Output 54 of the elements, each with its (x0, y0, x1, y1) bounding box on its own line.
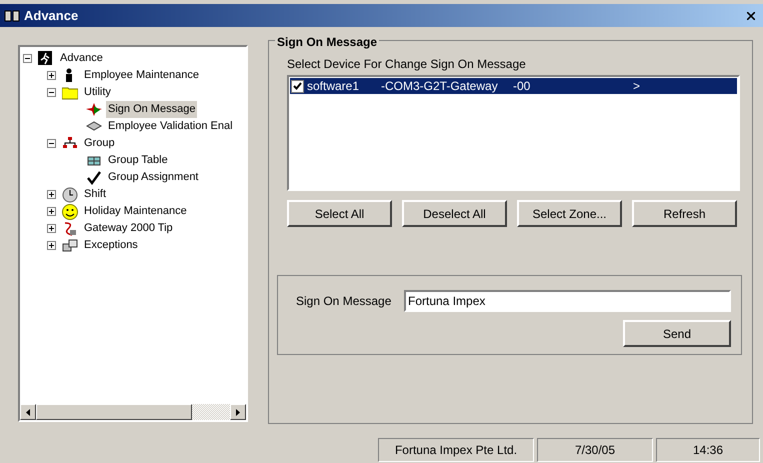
smiley-icon (62, 204, 78, 220)
device-port: -COM3-G2T-Gateway (381, 78, 499, 95)
left-arrow-icon (26, 408, 30, 416)
right-arrow-icon (236, 408, 240, 416)
collapse-toggle[interactable] (23, 54, 32, 63)
tree-item[interactable]: Employee Validation Enal (106, 118, 235, 135)
close-icon (747, 12, 755, 20)
tree-item[interactable]: Gateway 2000 Tip (82, 220, 175, 237)
list-label: Select Device For Change Sign On Message (287, 56, 527, 73)
book-icon (4, 8, 20, 22)
tree-item[interactable]: Employee Maintenance (82, 67, 201, 84)
deselect-all-button[interactable]: Deselect All (402, 200, 507, 227)
tree-item[interactable]: Shift (82, 186, 108, 203)
window-title: Advance (24, 6, 78, 25)
message-label: Sign On Message (296, 293, 392, 310)
checkmark-icon (86, 170, 102, 186)
checkbox[interactable] (291, 80, 304, 92)
tree-item[interactable]: Exceptions (82, 237, 140, 254)
status-panel: Fortuna Impex Pte Ltd. (378, 438, 534, 462)
device-name: software1 (306, 78, 360, 95)
refresh-button[interactable]: Refresh (632, 200, 737, 227)
scroll-right-button[interactable] (230, 404, 246, 420)
expand-toggle[interactable] (47, 241, 56, 250)
device-code: -00 (513, 78, 532, 95)
tree-item[interactable]: Holiday Maintenance (82, 203, 189, 220)
expand-toggle[interactable] (47, 207, 56, 216)
tree-item[interactable]: Group Table (106, 152, 170, 169)
horizontal-scrollbar[interactable] (20, 404, 246, 420)
send-button[interactable]: Send (623, 320, 731, 347)
clock-icon (62, 186, 78, 202)
tree-item[interactable]: Utility (82, 84, 113, 101)
scroll-thumb[interactable] (36, 404, 192, 420)
expand-toggle[interactable] (47, 71, 56, 80)
tree-item[interactable]: Advance (58, 50, 105, 67)
tree-item[interactable]: Group Assignment (106, 169, 200, 186)
devices-icon (62, 238, 78, 254)
runner-icon (38, 50, 54, 66)
expand-toggle[interactable] (47, 224, 56, 233)
device-row[interactable]: software1 -COM3-G2T-Gateway -00 > (290, 78, 737, 94)
device-arrow: > (633, 78, 640, 95)
expand-toggle[interactable] (47, 190, 56, 199)
status-panel: 7/30/05 (537, 438, 653, 462)
collapse-toggle[interactable] (47, 88, 56, 97)
status-panel: 14:36 (656, 438, 760, 462)
select-zone-button[interactable]: Select Zone... (517, 200, 622, 227)
folder-icon (62, 84, 78, 100)
star-icon (86, 102, 102, 118)
collapse-toggle[interactable] (47, 139, 56, 148)
cable-icon (62, 220, 78, 236)
scroll-left-button[interactable] (20, 404, 36, 420)
message-input[interactable]: Fortuna Impex (404, 290, 731, 312)
select-all-button[interactable]: Select All (287, 200, 392, 227)
tree-item[interactable]: Sign On Message (106, 101, 198, 118)
tree-item[interactable]: Group (82, 135, 117, 152)
